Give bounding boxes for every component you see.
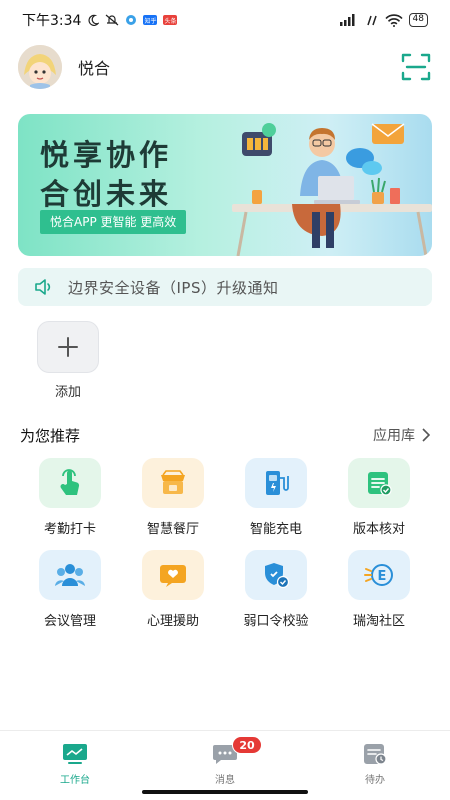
hd-signal-icon: [365, 14, 379, 26]
moon-icon: [87, 14, 100, 26]
restaurant-icon: [142, 458, 204, 508]
app-label: 会议管理: [43, 614, 96, 629]
app-meeting[interactable]: 会议管理: [20, 550, 120, 629]
app-library-link[interactable]: 应用库: [373, 425, 430, 445]
app-version-check[interactable]: 版本核对: [329, 458, 429, 537]
app-label: 考勤打卡: [43, 522, 96, 537]
promo-banner[interactable]: 悦享协作 合创未来 悦合APP 更智能 更高效: [18, 114, 432, 256]
chevron-right-icon: [422, 428, 430, 442]
status-bar: 下午3:34 知乎 头条 48: [0, 0, 450, 40]
banner-title-line1: 悦享协作: [40, 138, 173, 172]
banner-illustration: [232, 123, 432, 256]
nav-label: 工作台: [60, 775, 90, 786]
scan-icon: [401, 53, 431, 81]
nav-workbench[interactable]: 工作台: [25, 731, 125, 791]
scan-button[interactable]: [400, 51, 432, 83]
wifi-icon: [384, 13, 403, 27]
app-psychology[interactable]: 心理援助: [123, 550, 223, 629]
notice-bar[interactable]: 边界安全设备（IPS）升级通知: [18, 268, 432, 306]
workbench-icon: [62, 743, 88, 765]
app-charging[interactable]: 智能充电: [226, 458, 326, 537]
notice-text: 边界安全设备（IPS）升级通知: [68, 278, 279, 297]
header: 悦合: [18, 45, 432, 89]
app-community[interactable]: E 瑞淘社区: [329, 550, 429, 629]
todo-icon: [362, 743, 388, 765]
nav-messages[interactable]: 消息 20: [175, 731, 275, 791]
svg-text:E: E: [378, 569, 387, 584]
tap-icon: [39, 458, 101, 508]
section-title: 为您推荐: [20, 427, 81, 445]
notice-fade: [402, 268, 432, 306]
avatar[interactable]: [18, 45, 62, 89]
app-label: 版本核对: [352, 522, 405, 537]
home-indicator: [142, 790, 308, 794]
mute-icon: [105, 14, 119, 26]
app-label: 弱口令校验: [243, 614, 309, 629]
browser-app-icon: [125, 14, 137, 26]
community-icon: E: [348, 550, 410, 600]
app-password-check[interactable]: 弱口令校验: [226, 550, 326, 629]
app-label: 智慧餐厅: [146, 522, 199, 537]
banner-slogan: 悦合APP 更智能 更高效: [40, 210, 187, 234]
app-label: 智能充电: [249, 522, 302, 537]
charging-icon: [245, 458, 307, 508]
user-name: 悦合: [78, 59, 111, 78]
app-label: 瑞淘社区: [352, 614, 405, 629]
battery-indicator: 48: [408, 13, 428, 27]
app-library-label: 应用库: [373, 428, 415, 444]
app-label: 心理援助: [146, 614, 199, 629]
checklist-icon: [348, 458, 410, 508]
toutiao-app-icon: 头条: [163, 15, 178, 25]
zhihu-app-icon: 知乎: [143, 15, 158, 25]
status-time: 下午3:34: [22, 13, 82, 29]
speaker-icon: [34, 279, 54, 295]
add-app-button[interactable]: [37, 321, 99, 373]
nav-label: 待办: [365, 775, 385, 786]
app-restaurant[interactable]: 智慧餐厅: [123, 458, 223, 537]
plus-icon: [58, 337, 78, 357]
app-attendance[interactable]: 考勤打卡: [20, 458, 120, 537]
signal-icon: [339, 14, 359, 26]
add-label: 添加: [54, 385, 81, 400]
nav-todo[interactable]: 待办: [325, 731, 425, 791]
nav-label: 消息: [215, 775, 235, 786]
meeting-icon: [39, 550, 101, 600]
unread-badge: 20: [232, 736, 262, 754]
psychology-icon: [142, 550, 204, 600]
shield-check-icon: [245, 550, 307, 600]
banner-title-line2: 合创未来: [40, 177, 173, 211]
